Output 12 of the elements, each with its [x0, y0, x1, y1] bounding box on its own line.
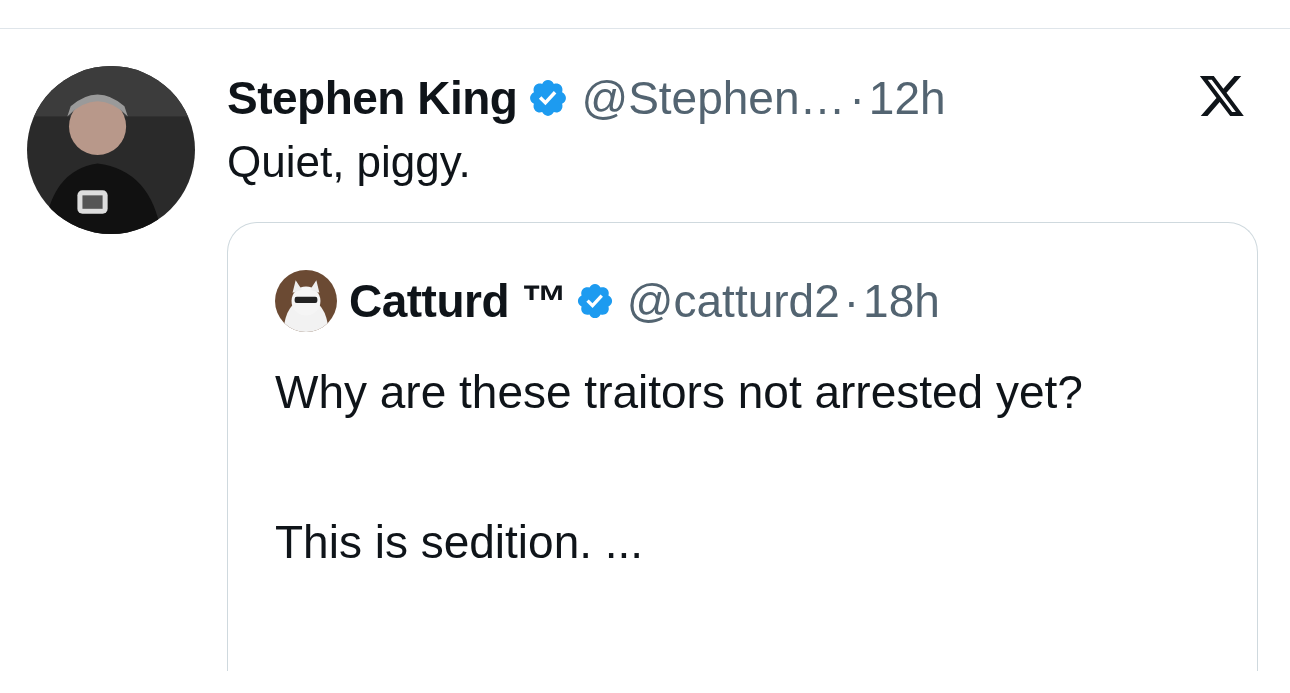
quote-text: Why are these traitors not arrested yet? [275, 365, 1084, 420]
timestamp[interactable]: 18h [863, 274, 940, 328]
separator-dot: · [843, 274, 860, 328]
author-handle[interactable]: @catturd2 [626, 274, 840, 328]
author-handle[interactable]: @Stephen… [581, 71, 846, 125]
author-name[interactable]: Catturd ™ [349, 274, 567, 328]
quote-text: This is sedition. ... [275, 515, 645, 570]
tweet-text: Quiet, piggy. [227, 136, 472, 188]
author-name[interactable]: Stephen King [227, 71, 518, 125]
quoted-tweet-card[interactable]: Catturd ™ @catturd2·18h Why are these traitors not arrested yet? This is sedition. ... [227, 222, 1258, 671]
timestamp[interactable]: 12h [868, 71, 946, 125]
separator-dot: · [849, 71, 865, 125]
